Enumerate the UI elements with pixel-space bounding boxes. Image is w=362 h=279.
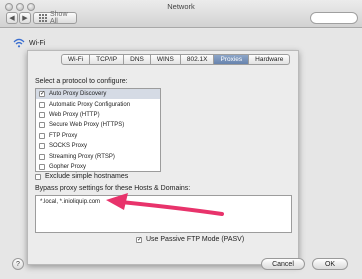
checkbox-automatic-proxy-configuration[interactable] [39,101,45,108]
advanced-settings-sheet: Wi-Fi TCP/IP DNS WINS 802.1X Proxies Har… [27,50,299,265]
checkbox-socks-proxy[interactable] [39,143,45,150]
protocol-list: ✓ Auto Proxy Discovery Automatic Proxy C… [35,88,161,172]
tab-tcpip[interactable]: TCP/IP [90,54,125,65]
exclude-simple-hostnames-checkbox[interactable] [35,173,41,180]
checkbox-streaming-proxy[interactable] [39,153,45,160]
checkbox-gopher-proxy[interactable] [39,163,45,170]
service-name: Wi-Fi [29,39,46,47]
protocol-label: FTP Proxy [49,132,78,139]
protocol-label: SOCKS Proxy [49,143,88,150]
protocol-row-gopher-proxy[interactable]: Gopher Proxy [36,162,160,171]
show-all-label: Show All [50,11,68,25]
tab-bar: Wi-Fi TCP/IP DNS WINS 802.1X Proxies Har… [61,54,291,65]
grid-icon [39,14,47,22]
protocol-row-socks-proxy[interactable]: SOCKS Proxy [36,141,160,151]
exclude-simple-hostnames-row[interactable]: Exclude simple hostnames [35,173,128,180]
tab-wins[interactable]: WINS [150,54,181,65]
protocol-row-auto-proxy-discovery[interactable]: ✓ Auto Proxy Discovery [36,89,160,100]
search-input[interactable] [310,12,358,24]
checkbox-web-proxy[interactable] [39,111,45,118]
protocol-row-ftp-proxy[interactable]: FTP Proxy [36,131,160,141]
protocol-label: Gopher Proxy [49,163,87,170]
checkbox-ftp-proxy[interactable] [39,132,45,139]
tab-dns[interactable]: DNS [124,54,151,65]
passive-ftp-row[interactable]: ✓ Use Passive FTP Mode (PASV) [136,236,244,243]
protocol-row-streaming-proxy[interactable]: Streaming Proxy (RTSP) [36,151,160,161]
wifi-icon [13,38,25,48]
configure-label: Select a protocol to configure: [35,78,128,85]
bypass-hosts-value: *.local, *.inioliquip.com [40,199,101,205]
forward-button[interactable]: ▶ [19,12,31,24]
tab-proxies[interactable]: Proxies [214,54,250,65]
protocol-label: Automatic Proxy Configuration [49,101,131,108]
protocol-row-secure-web-proxy[interactable]: Secure Web Proxy (HTTPS) [36,120,160,130]
cancel-button[interactable]: Cancel [261,258,305,270]
show-all-button[interactable]: Show All [33,11,77,25]
checkbox-secure-web-proxy[interactable] [39,122,45,129]
window-titlebar: Network ◀ ▶ Show All [0,0,362,28]
protocol-row-automatic-proxy-configuration[interactable]: Automatic Proxy Configuration [36,99,160,109]
bypass-hosts-field[interactable]: *.local, *.inioliquip.com [35,195,292,233]
bypass-label: Bypass proxy settings for these Hosts & … [35,185,191,192]
exclude-simple-hostnames-label: Exclude simple hostnames [45,173,129,180]
protocol-label: Secure Web Proxy (HTTPS) [49,122,125,129]
window-title: Network [167,2,195,11]
tab-8021x[interactable]: 802.1X [180,54,215,65]
help-button[interactable]: ? [12,258,24,270]
ok-button[interactable]: OK [312,258,348,270]
protocol-label: Streaming Proxy (RTSP) [49,153,115,160]
protocol-label: Web Proxy (HTTP) [49,111,100,118]
protocol-row-web-proxy[interactable]: Web Proxy (HTTP) [36,110,160,120]
service-header: Wi-Fi [13,38,45,48]
passive-ftp-checkbox[interactable]: ✓ [136,236,142,243]
tab-wifi[interactable]: Wi-Fi [61,54,91,65]
tab-hardware[interactable]: Hardware [249,54,291,65]
checkbox-auto-proxy-discovery[interactable]: ✓ [39,91,45,98]
back-button[interactable]: ◀ [6,12,18,24]
passive-ftp-label: Use Passive FTP Mode (PASV) [146,236,245,243]
protocol-label: Auto Proxy Discovery [49,91,107,98]
